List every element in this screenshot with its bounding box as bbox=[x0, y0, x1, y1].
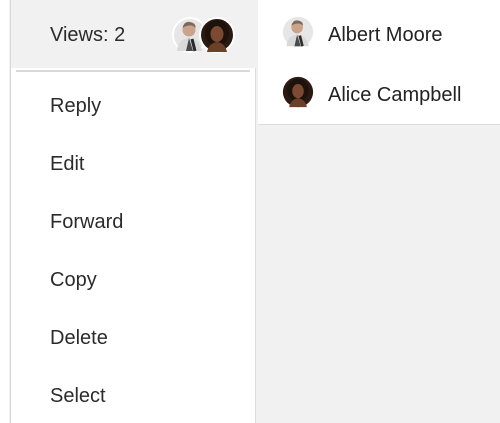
alice-campbell-avatar bbox=[199, 17, 235, 53]
message-context-menu: Views: 2 Reply Edit Forward Copy Delete … bbox=[10, 0, 256, 423]
menu-item-edit[interactable]: Edit bbox=[11, 137, 256, 191]
viewer-name: Alice Campbell bbox=[328, 84, 462, 106]
viewer-item-alice-campbell[interactable]: Alice Campbell bbox=[258, 62, 500, 120]
viewer-name: Albert Moore bbox=[328, 24, 443, 46]
viewers-list-popup: Albert Moore Alice Campbell bbox=[258, 0, 500, 125]
menu-divider bbox=[16, 70, 250, 72]
menu-item-label: Edit bbox=[50, 153, 85, 175]
menu-item-forward[interactable]: Forward bbox=[11, 195, 256, 249]
menu-item-label: Copy bbox=[50, 269, 97, 291]
menu-item-label: Forward bbox=[50, 211, 124, 233]
albert-moore-avatar bbox=[282, 16, 314, 48]
alice-campbell-avatar bbox=[282, 76, 314, 108]
viewer-avatar-stack bbox=[172, 17, 236, 53]
menu-item-select[interactable]: Select bbox=[11, 369, 256, 423]
menu-item-reply[interactable]: Reply bbox=[11, 79, 256, 133]
views-count-label: Views: 2 bbox=[50, 24, 126, 46]
menu-item-label: Reply bbox=[50, 95, 102, 117]
menu-item-label: Delete bbox=[50, 327, 108, 349]
views-count-row[interactable]: Views: 2 bbox=[11, 0, 256, 68]
menu-item-copy[interactable]: Copy bbox=[11, 253, 256, 307]
menu-item-label: Select bbox=[50, 385, 106, 407]
left-edge-strip bbox=[0, 0, 9, 423]
menu-item-delete[interactable]: Delete bbox=[11, 311, 256, 365]
viewer-item-albert-moore[interactable]: Albert Moore bbox=[258, 2, 500, 60]
